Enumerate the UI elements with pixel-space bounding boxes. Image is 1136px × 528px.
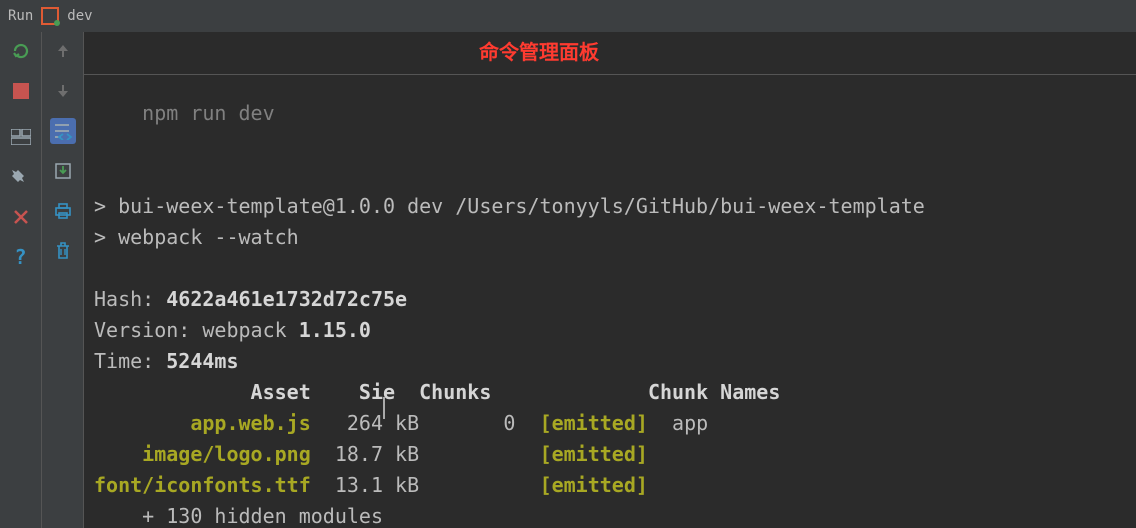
col-asset: Asset — [251, 380, 311, 404]
soft-wrap-button[interactable] — [50, 118, 76, 144]
stop-button[interactable] — [8, 78, 34, 104]
divider — [84, 74, 1136, 75]
output-line: > bui-weex-template@1.0.0 dev /Users/ton… — [94, 194, 925, 218]
pin-button[interactable] — [8, 164, 34, 190]
hash-label: Hash: — [94, 287, 166, 311]
help-button[interactable]: ? — [8, 244, 34, 270]
down-button[interactable] — [50, 78, 76, 104]
run-config-icon — [41, 7, 59, 25]
output-line: > webpack --watch — [94, 225, 299, 249]
export-button[interactable] — [50, 158, 76, 184]
console-output[interactable]: 命令管理面板 npm run dev > bui-weex-template@1… — [84, 32, 1136, 528]
layout-button[interactable] — [8, 124, 34, 150]
hash-value: 4622a461e1732d72c75e — [166, 287, 407, 311]
col-chunks: Chunks — [419, 380, 491, 404]
hidden-modules: + 130 hidden modules — [94, 504, 383, 528]
clear-button[interactable] — [50, 238, 76, 264]
run-config-name: dev — [67, 8, 92, 24]
annotation-label: 命令管理面板 — [479, 38, 599, 69]
emitted-tag: [emitted] — [540, 473, 648, 497]
asset-name: font/iconfonts.ttf — [94, 473, 311, 497]
asset-size: 13.1 kB — [335, 473, 419, 497]
command-line: npm run dev — [142, 101, 274, 125]
print-button[interactable] — [50, 198, 76, 224]
version-label: Version: webpack — [94, 318, 299, 342]
version-value: 1.15.0 — [299, 318, 371, 342]
up-button[interactable] — [50, 38, 76, 64]
asset-name: app.web.js — [190, 411, 310, 435]
emitted-tag: [emitted] — [540, 411, 648, 435]
chunk-name: app — [672, 411, 708, 435]
close-button[interactable] — [8, 204, 34, 230]
time-value: 5244ms — [166, 349, 238, 373]
asset-chunks: 0 — [503, 411, 515, 435]
col-chunknames: Chunk Names — [648, 380, 780, 404]
asset-name: image/logo.png — [142, 442, 311, 466]
emitted-tag: [emitted] — [540, 442, 648, 466]
time-label: Time: — [94, 349, 166, 373]
secondary-gutter — [42, 32, 84, 528]
rerun-button[interactable] — [8, 38, 34, 64]
run-title-bar: Run dev — [0, 0, 1136, 32]
primary-gutter: ? — [0, 32, 42, 528]
asset-size: 18.7 kB — [335, 442, 419, 466]
run-label: Run — [8, 8, 33, 24]
